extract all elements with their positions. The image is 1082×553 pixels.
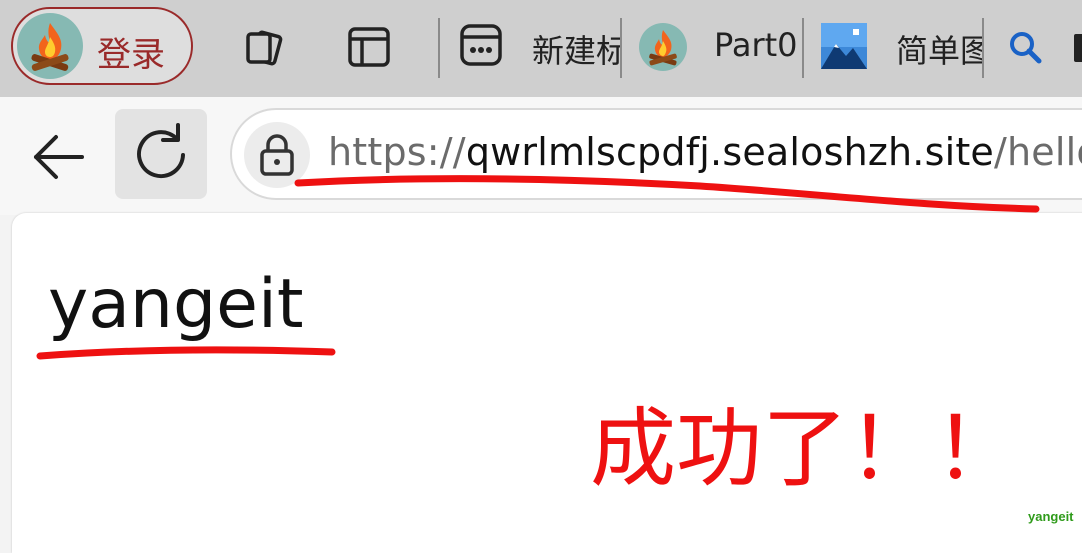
url-text[interactable]: https://qwrlmlscpdfj.sealoshzh.site/hell… — [328, 130, 1082, 174]
campfire-icon — [31, 23, 69, 71]
tab-separator — [802, 18, 804, 78]
tab-separator — [620, 18, 622, 78]
campfire-favicon — [639, 23, 687, 71]
tab-separator — [982, 18, 984, 78]
tab-simple-image[interactable]: 简单图 — [812, 0, 984, 97]
avatar — [17, 13, 83, 79]
url-scheme: https:// — [328, 130, 466, 174]
collections-icon[interactable] — [240, 22, 290, 72]
page-content: yangeit 成功了！！ yangeit — [12, 213, 1082, 553]
login-button[interactable]: 登录 — [11, 7, 193, 85]
tab-new-tab[interactable]: 新建标 — [450, 0, 620, 97]
tab-title: Part0 — [714, 26, 798, 64]
navigation-bar: https://qwrlmlscpdfj.sealoshzh.site/hell… — [0, 97, 1082, 215]
browser-tab-bar: 登录 新建标 Part0 简单图 — [0, 0, 1082, 97]
search-icon[interactable] — [1006, 28, 1046, 68]
image-favicon — [821, 23, 867, 69]
url-host: qwrlmlscpdfj.sealoshzh.site — [465, 130, 995, 174]
back-arrow-icon[interactable] — [22, 119, 98, 195]
tab-edge-icon[interactable] — [1074, 34, 1082, 62]
site-info-button[interactable] — [244, 122, 310, 188]
watermark: yangeit — [1028, 509, 1074, 524]
reload-icon — [137, 123, 185, 179]
address-bar[interactable]: https://qwrlmlscpdfj.sealoshzh.site/hell… — [230, 108, 1082, 200]
lock-icon — [260, 134, 294, 176]
tab-part0[interactable]: Part0 — [630, 0, 802, 97]
url-path: /hello — [994, 130, 1082, 174]
tab-title: 新建标 — [532, 32, 620, 70]
tab-separator — [438, 18, 440, 78]
reload-button[interactable] — [115, 109, 207, 199]
login-label: 登录 — [97, 35, 165, 75]
page-body-text: yangeit — [48, 265, 304, 344]
more-app-icon — [460, 24, 502, 66]
tab-title: 简单图 — [896, 32, 984, 70]
split-tab-icon[interactable] — [344, 22, 394, 72]
annotation-text: 成功了！！ — [590, 399, 1020, 499]
